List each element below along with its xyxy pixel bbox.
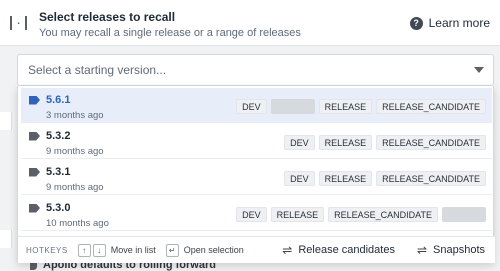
version-option[interactable]: 5.6.1 3 months ago DEV RELEASE RELEASE_C… <box>21 88 492 123</box>
release-candidates-label: Release candidates <box>298 244 395 256</box>
channel-badge: RELEASE_CANDIDATE <box>328 207 438 222</box>
channel-badge: RELEASE <box>318 99 373 114</box>
help-icon: ? <box>409 16 423 30</box>
move-hotkey: ↑ ↓ Move in list <box>77 243 156 257</box>
tag-icon <box>29 95 40 105</box>
arrow-up-icon: ↑ <box>77 243 91 257</box>
swirl-icon: ⇌ <box>282 243 293 257</box>
version-option[interactable]: 5.3.2 9 months ago DEV RELEASE RELEASE_C… <box>21 124 492 159</box>
channel-badge: DEV <box>236 207 267 222</box>
channel-badge: DEV <box>236 99 267 114</box>
version-option[interactable]: 5.3.0 10 months ago DEV RELEASE RELEASE_… <box>21 196 492 231</box>
channel-badge: DEV <box>284 135 315 150</box>
enter-hotkey: ↵ Open selection <box>165 243 244 257</box>
learn-more-button[interactable]: ? Learn more <box>409 16 490 30</box>
hotkeys-label: HOTKEYS <box>26 245 68 255</box>
learn-more-label: Learn more <box>428 16 490 30</box>
version-label: 5.3.2 <box>46 130 71 142</box>
version-time: 3 months ago <box>46 110 104 121</box>
dropdown-footer: HOTKEYS ↑ ↓ Move in list ↵ Open selectio… <box>18 236 495 263</box>
tag-icon <box>29 203 40 213</box>
channel-badge: RELEASE <box>318 171 373 186</box>
redacted-badge <box>270 99 315 114</box>
version-label: 5.6.1 <box>46 94 71 106</box>
channel-badge: RELEASE <box>318 135 373 150</box>
dialog-title: Select releases to recall <box>39 10 176 24</box>
dialog-header: · Select releases to recall You may reca… <box>0 0 500 46</box>
open-selection-label: Open selection <box>183 245 244 255</box>
channel-badge: RELEASE <box>270 207 325 222</box>
caret-down-icon[interactable] <box>474 67 484 73</box>
version-time: 10 months ago <box>46 218 109 229</box>
background-strip <box>0 112 12 130</box>
background-strip <box>0 230 12 248</box>
channel-badge: RELEASE_CANDIDATE <box>376 135 486 150</box>
release-candidates-button[interactable]: ⇌ Release candidates <box>282 243 395 257</box>
version-select-placeholder: Select a starting version... <box>28 63 167 77</box>
arrow-down-icon: ↓ <box>92 243 106 257</box>
version-label: 5.3.0 <box>46 202 71 214</box>
version-option[interactable]: 5.3.1 9 months ago DEV RELEASE RELEASE_C… <box>21 160 492 195</box>
version-time: 9 months ago <box>46 146 104 157</box>
tag-icon <box>29 131 40 141</box>
code-bracket-icon: · <box>10 16 27 30</box>
tag-icon <box>29 167 40 177</box>
channel-badge: RELEASE_CANDIDATE <box>376 99 486 114</box>
redacted-badge <box>442 207 486 222</box>
channel-badge: RELEASE_CANDIDATE <box>376 171 486 186</box>
version-time: 9 months ago <box>46 182 104 193</box>
swirl-icon: ⇌ <box>416 243 428 257</box>
snapshots-button[interactable]: ⇌ Snapshots <box>417 243 485 257</box>
snapshots-label: Snapshots <box>433 244 485 256</box>
enter-icon: ↵ <box>165 243 179 257</box>
move-in-list-label: Move in list <box>110 245 156 255</box>
version-dropdown: 5.6.1 3 months ago DEV RELEASE RELEASE_C… <box>17 86 495 263</box>
version-label: 5.3.1 <box>46 166 71 178</box>
channel-badge: DEV <box>284 171 315 186</box>
dialog-subtitle: You may recall a single release or a ran… <box>39 27 301 39</box>
version-select[interactable]: Select a starting version... <box>17 54 494 86</box>
